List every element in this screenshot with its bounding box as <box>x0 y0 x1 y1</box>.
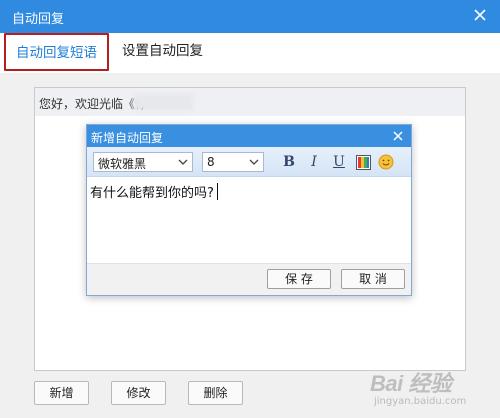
tab-bar: 自动回复短语 设置自动回复 <box>0 33 500 73</box>
tab-auto-reply-phrases[interactable]: 自动回复短语 <box>4 33 109 71</box>
reply-text-editor[interactable]: 有什么能帮到你的吗? <box>87 177 411 263</box>
font-family-select[interactable]: 微软雅黑 <box>93 152 193 172</box>
dialog-close-icon[interactable] <box>389 127 407 145</box>
watermark-logo: Bai 经验 <box>370 371 452 396</box>
font-size-select[interactable]: 8 <box>202 152 264 172</box>
editor-text: 有什么能帮到你的吗? <box>90 182 218 201</box>
format-toolbar: 微软雅黑 8 B I U <box>87 147 411 177</box>
window-titlebar: 自动回复 <box>0 0 500 33</box>
color-palette-icon[interactable] <box>354 153 372 171</box>
list-item-text: 您好，欢迎光临《你 <box>39 97 148 111</box>
add-button[interactable]: 新增 <box>34 381 89 405</box>
emoji-icon[interactable] <box>377 153 395 171</box>
new-auto-reply-dialog: 新增自动回复 微软雅黑 8 B I U 有什么能帮到你的吗? 保 存 取 消 <box>86 124 412 296</box>
baidu-watermark: Bai 经验 jingyan.baidu.com <box>370 366 495 414</box>
font-family-value: 微软雅黑 <box>98 157 147 171</box>
delete-button[interactable]: 删除 <box>188 381 243 405</box>
cancel-button[interactable]: 取 消 <box>341 269 405 289</box>
blurred-text <box>133 94 193 110</box>
bold-icon[interactable]: B <box>280 153 298 171</box>
text-caret <box>216 183 218 200</box>
underline-icon[interactable]: U <box>330 153 348 171</box>
watermark-url: jingyan.baidu.com <box>374 396 467 407</box>
chevron-down-icon <box>177 156 189 171</box>
italic-icon[interactable]: I <box>305 153 323 171</box>
dialog-title: 新增自动回复 <box>91 131 164 145</box>
edit-button[interactable]: 修改 <box>111 381 166 405</box>
tab-auto-reply-settings[interactable]: 设置自动回复 <box>122 33 203 71</box>
save-button[interactable]: 保 存 <box>267 269 331 289</box>
window-title: 自动回复 <box>12 12 65 27</box>
font-size-value: 8 <box>207 155 215 169</box>
dialog-footer: 保 存 取 消 <box>87 263 411 295</box>
dialog-titlebar: 新增自动回复 <box>87 125 411 147</box>
chevron-down-icon <box>248 156 260 171</box>
list-item[interactable]: 您好，欢迎光临《你 <box>35 88 465 116</box>
close-icon[interactable] <box>470 5 490 25</box>
